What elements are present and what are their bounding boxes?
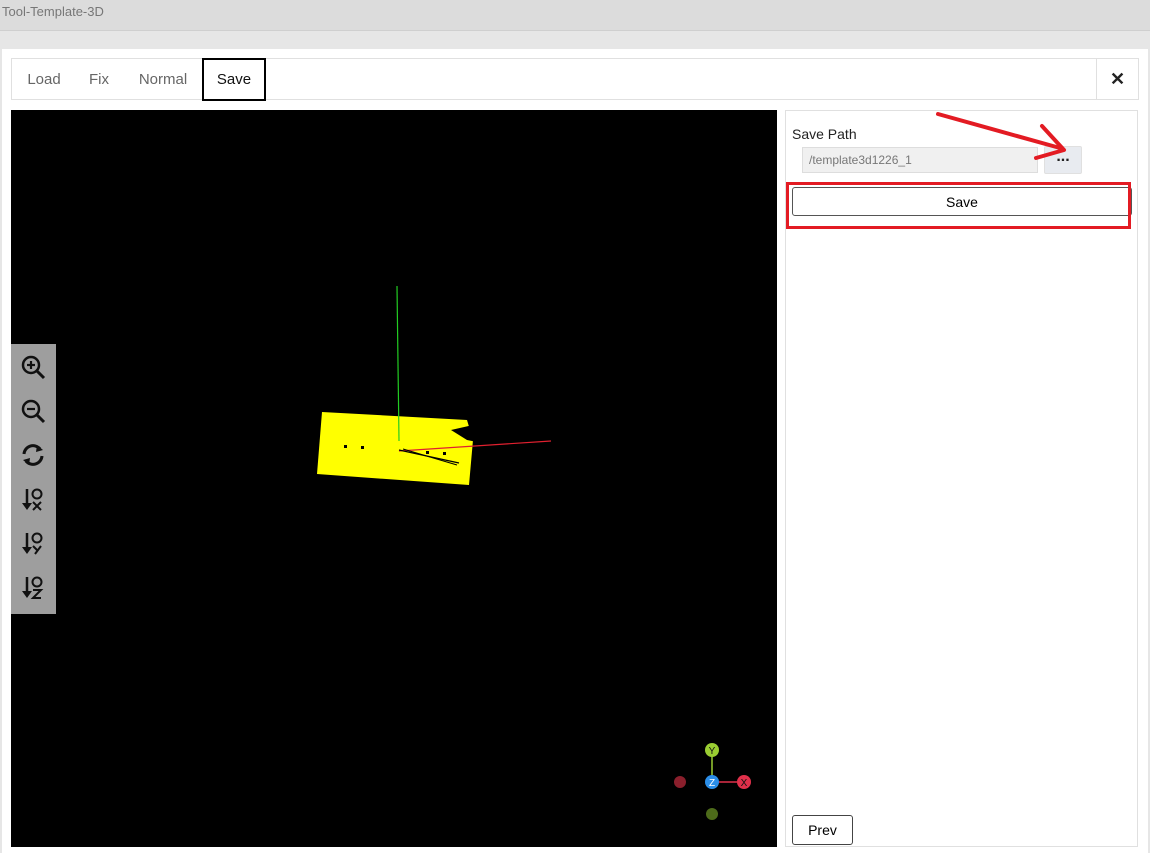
- cloud-hole: [361, 446, 364, 449]
- cloud-hole: [426, 451, 429, 454]
- zoom-in-icon[interactable]: [19, 353, 47, 381]
- reset-view-icon[interactable]: [19, 441, 47, 469]
- cloud-hole: [443, 452, 446, 455]
- view-toolbar: [11, 344, 56, 614]
- axis-gizmo[interactable]: Y X Z: [667, 738, 757, 828]
- sort-z-icon[interactable]: [19, 573, 47, 601]
- tab-normal[interactable]: Normal: [132, 59, 194, 101]
- prev-button[interactable]: Prev: [792, 815, 853, 845]
- cloud-hole: [344, 445, 347, 448]
- tab-load[interactable]: Load: [18, 59, 70, 101]
- tab-bar: Load Fix Normal Save ✕: [11, 58, 1139, 101]
- window-title: Tool-Template-3D: [2, 4, 104, 19]
- app-window: Load Fix Normal Save ✕ Y X Z Save Path /…: [2, 49, 1148, 853]
- save-panel: Save Path ... Save Prev: [785, 110, 1138, 847]
- close-icon[interactable]: ✕: [1096, 59, 1138, 99]
- gizmo-neg-y-handle: [706, 808, 718, 820]
- zoom-out-icon[interactable]: [19, 397, 47, 425]
- point-cloud-scene: [317, 285, 552, 485]
- save-path-input[interactable]: [802, 147, 1038, 173]
- save-button[interactable]: Save: [792, 187, 1132, 216]
- gizmo-y-label: Y: [709, 746, 716, 757]
- sort-x-icon[interactable]: [19, 485, 47, 513]
- sort-y-icon[interactable]: [19, 529, 47, 557]
- tab-fix[interactable]: Fix: [82, 59, 116, 101]
- save-path-label: Save Path: [792, 126, 857, 142]
- 3d-viewport[interactable]: Y X Z: [11, 110, 777, 847]
- tab-save[interactable]: Save: [202, 58, 266, 101]
- gizmo-z-label: Z: [709, 778, 715, 789]
- title-bar: Tool-Template-3D: [0, 0, 1150, 31]
- point-cloud-object: [317, 412, 473, 485]
- gizmo-x-label: X: [741, 778, 748, 789]
- gizmo-neg-x-handle: [674, 776, 686, 788]
- browse-button[interactable]: ...: [1044, 146, 1082, 174]
